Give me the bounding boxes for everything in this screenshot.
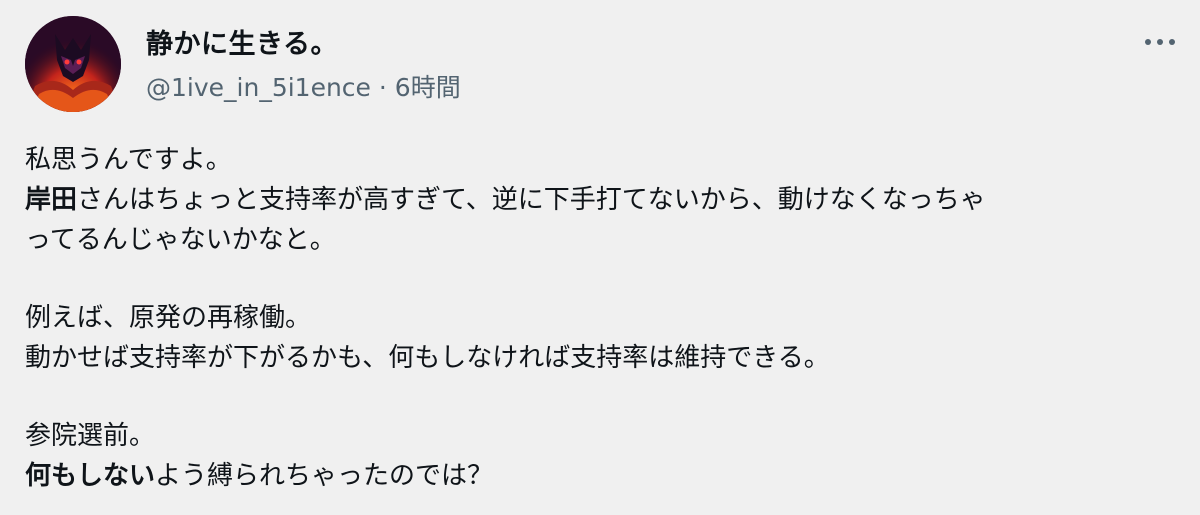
more-options-button[interactable] [1136, 24, 1184, 60]
tweet-line: ってるんじゃないかなと。 [25, 220, 1175, 260]
avatar[interactable] [25, 16, 121, 112]
meta-separator: · [378, 73, 387, 102]
text-segment: ってるんじゃないかなと。 [25, 225, 336, 255]
bold-text-segment: 何もしない [25, 461, 156, 491]
tweet-line: 動かせば支持率が下がるかも、何もしなければ支持率は維持できる。 [25, 338, 1175, 378]
text-segment: 例えば、原発の再稼働。 [25, 303, 312, 333]
display-name[interactable]: 静かに生きる。 [146, 22, 338, 61]
tweet-line: 何もしないよう縛られちゃったのでは？ [25, 456, 1175, 496]
text-segment: 動かせば支持率が下がるかも、何もしなければ支持率は維持できる。 [25, 343, 830, 373]
tweet-text: 私思うんですよ。 岸田さんはちょっと支持率が高すぎて、逆に下手打てないから、動け… [25, 140, 1175, 496]
more-options-icon [1145, 39, 1175, 45]
tweet-line: 岸田さんはちょっと支持率が高すぎて、逆に下手打てないから、動けなくなっちゃ [25, 180, 1175, 220]
tweet-meta: @1ive_in_5i1ence · 6時間 [146, 68, 461, 104]
text-segment: さんはちょっと支持率が高すぎて、逆に下手打てないから、動けなくなっちゃ [77, 185, 986, 215]
bold-text-segment: 岸田 [25, 185, 78, 215]
tweet-line: 私思うんですよ。 [25, 140, 1175, 180]
text-segment: よう縛られちゃったのでは？ [155, 461, 494, 491]
user-handle[interactable]: @1ive_in_5i1ence [146, 73, 371, 102]
tweet-timestamp[interactable]: 6時間 [395, 73, 461, 102]
tweet-line: 例えば、原発の再稼働。 [25, 298, 1175, 338]
avatar-image [25, 16, 121, 112]
tweet-line: 参院選前。 [25, 416, 1175, 456]
text-segment: 私思うんですよ。 [25, 145, 232, 175]
text-segment: 参院選前。 [25, 421, 156, 451]
tweet-card: 静かに生きる。 @1ive_in_5i1ence · 6時間 私思うんですよ。 … [0, 0, 1200, 515]
